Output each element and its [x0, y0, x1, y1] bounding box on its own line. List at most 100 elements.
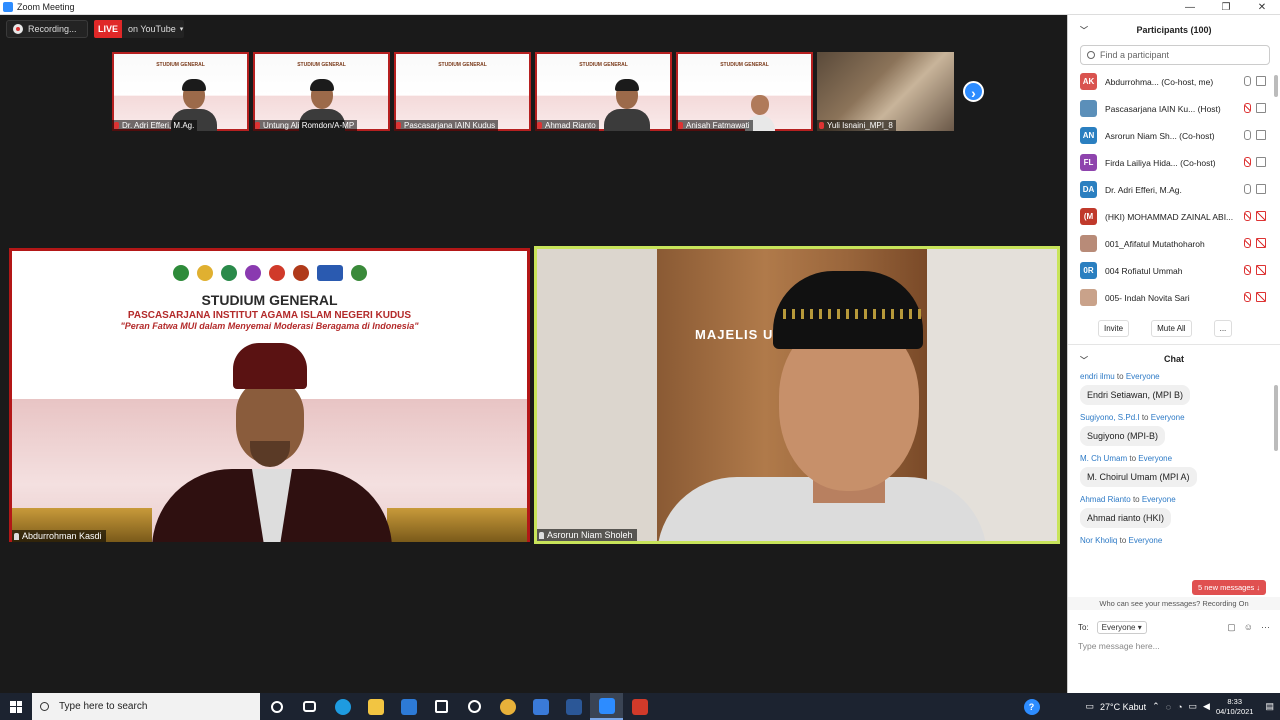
camera-off-icon[interactable] — [1256, 265, 1266, 275]
participant-row[interactable]: DA Dr. Adri Efferi, M.Ag. — [1068, 176, 1280, 203]
thumbnail-video[interactable]: STUDIUM GENERAL Untung Ali Romdon/A-MP — [253, 52, 390, 131]
live-badge[interactable]: LIVE — [94, 20, 122, 38]
chat-sender[interactable]: M. Ch Umam — [1080, 454, 1127, 463]
weather-text[interactable]: 27°C Kabut — [1100, 702, 1146, 712]
chat-bubble: M. Choirul Umam (MPI A) — [1080, 467, 1197, 487]
start-button[interactable] — [0, 693, 32, 720]
anniversary-logo-icon — [220, 265, 237, 281]
taskbar-app-chrome[interactable] — [491, 693, 524, 720]
camera-off-icon[interactable] — [1256, 292, 1266, 302]
taskbar-app-file-explorer[interactable] — [359, 693, 392, 720]
camera-icon[interactable] — [1256, 76, 1266, 86]
taskbar-app-task-view[interactable] — [293, 693, 326, 720]
taskbar-app-photos[interactable] — [524, 693, 557, 720]
participant-row[interactable]: AK Abdurrohma... (Co-host, me) — [1068, 68, 1280, 95]
participant-name: Dr. Adri Efferi, M.Ag. — [1105, 184, 1182, 195]
zoom-logo-icon — [3, 2, 13, 12]
pin-icon — [14, 533, 19, 540]
taskbar-app-edge[interactable] — [326, 693, 359, 720]
chat-sender[interactable]: Sugiyono, S.Pd.I — [1080, 413, 1140, 422]
collapse-chevron-icon[interactable]: ﹀ — [1080, 25, 1088, 36]
banner-subtitle: PASCASARJANA INSTITUT AGAMA ISLAM NEGERI… — [127, 310, 412, 321]
tray-overflow-icon[interactable]: ⌃ — [1152, 701, 1160, 712]
chat-visibility-note[interactable]: Who can see your messages? Recording On — [1068, 597, 1280, 610]
mic-muted-icon[interactable] — [1244, 211, 1251, 221]
more-icon[interactable]: ⋯ — [1261, 622, 1270, 633]
chat-input[interactable]: Type message here... — [1078, 641, 1160, 651]
mic-muted-icon[interactable] — [1244, 238, 1251, 248]
speaker-icon[interactable]: ◀ — [1203, 701, 1210, 712]
emoji-icon[interactable]: ☺ — [1244, 622, 1253, 633]
help-icon[interactable]: ? — [1023, 698, 1040, 715]
mic-icon[interactable] — [1244, 130, 1251, 140]
next-page-button[interactable]: › — [963, 81, 984, 102]
thumbnail-video[interactable]: STUDIUM GENERAL Anisah Fatmawati — [676, 52, 813, 131]
mic-icon[interactable] — [1244, 76, 1251, 86]
chat-bubble: Endri Setiawan, (MPI B) — [1080, 385, 1191, 405]
battery-icon[interactable]: ▭ — [1189, 701, 1198, 712]
participants-scrollbar[interactable] — [1274, 75, 1278, 97]
taskbar-app-dropbox[interactable] — [425, 693, 458, 720]
thumbnail-video[interactable]: STUDIUM GENERAL Dr. Adri Efferi, M.Ag. — [112, 52, 249, 131]
mute-all-button[interactable]: Mute All — [1151, 320, 1192, 337]
chat-message-header: endri ilmu to Everyone — [1080, 372, 1280, 381]
maximize-button[interactable]: ❐ — [1208, 0, 1244, 15]
participant-row[interactable]: 0R 004 Rofiatul Ummah — [1068, 257, 1280, 284]
network-icon[interactable]: ◌ — [1166, 702, 1171, 712]
collapse-chevron-icon[interactable]: ﹀ — [1080, 355, 1088, 366]
minimize-button[interactable]: — — [1172, 0, 1208, 15]
main-video-tile-left[interactable]: STUDIUM GENERAL PASCASARJANA INSTITUT AG… — [9, 248, 530, 542]
taskbar-app-zoom[interactable] — [590, 693, 623, 720]
invite-button[interactable]: Invite — [1098, 320, 1130, 337]
thumbnail-video[interactable]: STUDIUM GENERAL Pascasarjana IAIN Kudus — [394, 52, 531, 131]
file-icon[interactable]: ▢ — [1227, 622, 1236, 633]
recipient-value: Everyone — [1101, 623, 1136, 632]
participant-row[interactable]: AN Asrorun Niam Sh... (Co-host) — [1068, 122, 1280, 149]
chat-sender[interactable]: Nor Kholiq — [1080, 536, 1117, 545]
partner-logo-icon — [292, 265, 309, 281]
participant-row[interactable]: (M (HKI) MOHAMMAD ZAINAL ABI... — [1068, 203, 1280, 230]
camera-icon[interactable] — [1256, 130, 1266, 140]
chat-recipient-bar: To: Everyone ▾ ▢ ☺ ⋯ — [1078, 621, 1270, 634]
participant-row[interactable]: 001_Afifatul Mutathoharoh — [1068, 230, 1280, 257]
taskbar-app-cortana[interactable] — [260, 693, 293, 720]
participant-row[interactable]: FL Firda Lailiya Hida... (Co-host) — [1068, 149, 1280, 176]
chat-sender[interactable]: Ahmad Rianto — [1080, 495, 1131, 504]
mic-icon[interactable] — [1244, 184, 1251, 194]
more-options-button[interactable]: ... — [1213, 320, 1233, 337]
new-messages-button[interactable]: 5 new messages ↓ — [1192, 580, 1267, 595]
notifications-icon[interactable]: ▤ — [1265, 701, 1274, 712]
speaker-name: Asrorun Niam Sholeh — [547, 530, 633, 540]
participant-row[interactable]: Pascasarjana IAIN Ku... (Host) — [1068, 95, 1280, 122]
taskbar-app-acrobat[interactable] — [623, 693, 656, 720]
close-button[interactable]: ✕ — [1244, 0, 1280, 15]
thumbnail-video[interactable]: Yuli Isnaini_MPI_8 — [817, 52, 954, 131]
mic-muted-icon[interactable] — [1244, 265, 1251, 275]
taskbar-app-word[interactable] — [557, 693, 590, 720]
mic-muted-icon[interactable] — [1244, 103, 1251, 113]
participant-name: Asrorun Niam Sh... (Co-host) — [1105, 130, 1215, 141]
participant-search-input[interactable]: Find a participant — [1080, 45, 1270, 65]
thumbnail-video[interactable]: STUDIUM GENERAL Ahmad Rianto — [535, 52, 672, 131]
chat-sender[interactable]: endri ilmu — [1080, 372, 1115, 381]
youtube-stream-menu[interactable]: on YouTube ▾ — [122, 20, 184, 38]
camera-icon[interactable] — [1256, 184, 1266, 194]
clock[interactable]: 8:33 04/10/2021 — [1216, 697, 1254, 717]
volume-icon[interactable]: ◔ — [1177, 702, 1182, 712]
taskbar-search-box[interactable]: Type here to search — [32, 693, 260, 720]
taskbar-app-app-circle[interactable] — [458, 693, 491, 720]
participant-row[interactable]: 005- Indah Novita Sari — [1068, 284, 1280, 311]
mic-muted-icon[interactable] — [1244, 157, 1251, 167]
camera-icon[interactable] — [1256, 103, 1266, 113]
main-video-tile-right-active-speaker[interactable]: MAJELIS U Asrorun Niam Sholeh — [534, 246, 1060, 544]
mic-muted-icon[interactable] — [1244, 292, 1251, 302]
camera-icon[interactable] — [1256, 157, 1266, 167]
chat-scrollbar[interactable] — [1274, 385, 1278, 451]
recording-indicator[interactable]: Recording... — [6, 20, 88, 38]
muted-mic-icon — [819, 122, 824, 129]
thumbnail-name-tag: Anisah Fatmawati — [676, 120, 753, 131]
camera-off-icon[interactable] — [1256, 238, 1266, 248]
camera-off-icon[interactable] — [1256, 211, 1266, 221]
taskbar-app-mail[interactable] — [392, 693, 425, 720]
recipient-dropdown[interactable]: Everyone ▾ — [1096, 621, 1147, 634]
